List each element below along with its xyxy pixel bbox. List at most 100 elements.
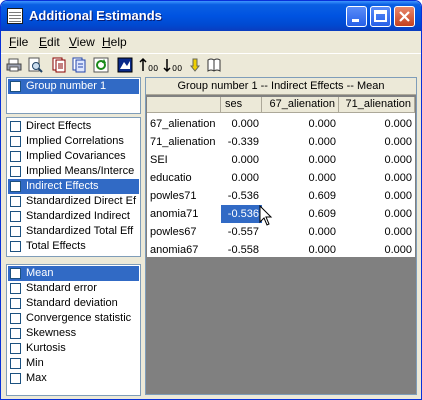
statistic-item-convergence[interactable]: Convergence statistic bbox=[8, 311, 139, 326]
table-cell[interactable]: 0.609 bbox=[262, 187, 339, 205]
table-cell[interactable]: 0.000 bbox=[339, 241, 415, 259]
statistic-item-standard-deviation[interactable]: Standard deviation bbox=[8, 296, 139, 311]
estimand-item-standardized-direct[interactable]: Standardized Direct Ef bbox=[8, 194, 139, 209]
close-button[interactable] bbox=[394, 6, 415, 27]
close-icon bbox=[399, 11, 410, 22]
statistic-item-skewness[interactable]: Skewness bbox=[8, 326, 139, 341]
maximize-button[interactable] bbox=[370, 6, 391, 27]
print-icon[interactable] bbox=[6, 57, 22, 73]
checkbox[interactable] bbox=[10, 313, 21, 324]
statistic-label: Standard deviation bbox=[26, 297, 118, 309]
statistic-item-min[interactable]: Min bbox=[8, 356, 139, 371]
statistic-item-max[interactable]: Max bbox=[8, 371, 139, 386]
checkbox[interactable] bbox=[10, 343, 21, 354]
statistic-label: Skewness bbox=[26, 327, 77, 339]
checkbox[interactable] bbox=[10, 151, 21, 162]
estimand-item-total-effects[interactable]: Total Effects bbox=[8, 239, 139, 254]
results-table[interactable]: ses 67_alienation 71_alienation 67_alien… bbox=[147, 97, 415, 257]
table-cell[interactable]: 0.000 bbox=[262, 115, 339, 133]
row-header[interactable]: 67_alienation bbox=[147, 115, 221, 133]
menu-view[interactable]: View bbox=[69, 35, 95, 49]
table-cell[interactable]: 0.000 bbox=[262, 241, 339, 259]
print-preview-icon[interactable] bbox=[27, 57, 43, 73]
table-cell[interactable]: 0.000 bbox=[339, 187, 415, 205]
table-cell[interactable]: 0.000 bbox=[339, 169, 415, 187]
statistic-item-mean[interactable]: Mean bbox=[8, 266, 139, 281]
menu-edit[interactable]: Edit bbox=[39, 35, 60, 49]
estimand-item-implied-covariances[interactable]: Implied Covariances bbox=[8, 149, 139, 164]
decimals-decrease-icon[interactable]: 00 bbox=[163, 57, 183, 73]
table-cell[interactable]: 0.000 bbox=[339, 115, 415, 133]
row-header[interactable]: anomia67 bbox=[147, 241, 221, 259]
copy-icon[interactable] bbox=[51, 57, 67, 73]
estimand-label: Standardized Direct Ef bbox=[26, 195, 137, 207]
checkbox[interactable] bbox=[10, 226, 21, 237]
table-icon bbox=[7, 8, 23, 24]
checkbox[interactable] bbox=[10, 166, 21, 177]
minimize-icon bbox=[352, 19, 359, 22]
minimize-button[interactable] bbox=[346, 6, 367, 27]
table-cell[interactable]: 0.000 bbox=[339, 223, 415, 241]
estimand-item-implied-means[interactable]: Implied Means/Interce bbox=[8, 164, 139, 179]
row-header[interactable]: powles67 bbox=[147, 223, 221, 241]
group-label: Group number 1 bbox=[26, 80, 107, 92]
checkbox[interactable] bbox=[10, 181, 21, 192]
title-bar[interactable]: Additional Estimands bbox=[1, 1, 421, 31]
copy-table-icon[interactable] bbox=[71, 57, 87, 73]
table-cell[interactable]: 0.000 bbox=[262, 151, 339, 169]
table-cell[interactable]: 0.000 bbox=[262, 169, 339, 187]
checkbox[interactable] bbox=[10, 373, 21, 384]
checkbox[interactable] bbox=[10, 211, 21, 222]
table-cell[interactable]: -0.536 bbox=[221, 187, 262, 205]
column-header[interactable]: 67_alienation bbox=[262, 97, 339, 113]
table-cell[interactable]: 0.000 bbox=[221, 151, 262, 169]
table-cell-selected[interactable]: -0.536 bbox=[221, 205, 262, 223]
group-checkbox[interactable] bbox=[10, 81, 21, 92]
decimals-increase-icon[interactable]: 00 bbox=[139, 57, 159, 73]
column-header[interactable]: ses bbox=[221, 97, 262, 113]
row-header[interactable]: 71_alienation bbox=[147, 133, 221, 151]
checkbox[interactable] bbox=[10, 121, 21, 132]
row-header[interactable]: SEI bbox=[147, 151, 221, 169]
row-header[interactable]: educatio bbox=[147, 169, 221, 187]
estimand-item-implied-correlations[interactable]: Implied Correlations bbox=[8, 134, 139, 149]
table-cell[interactable]: -0.339 bbox=[221, 133, 262, 151]
window-title: Additional Estimands bbox=[29, 8, 162, 23]
table-cell[interactable]: 0.000 bbox=[221, 115, 262, 133]
table-cell[interactable]: -0.558 bbox=[221, 241, 262, 259]
tip-icon[interactable] bbox=[187, 57, 203, 73]
corner-header bbox=[147, 97, 221, 113]
checkbox[interactable] bbox=[10, 268, 21, 279]
column-header[interactable]: 71_alienation bbox=[339, 97, 415, 113]
table-cell[interactable]: 0.000 bbox=[262, 223, 339, 241]
estimand-item-indirect-effects[interactable]: Indirect Effects bbox=[8, 179, 139, 194]
menu-file[interactable]: File bbox=[9, 35, 28, 49]
svg-text:00: 00 bbox=[172, 64, 182, 73]
checkbox[interactable] bbox=[10, 196, 21, 207]
export-icon[interactable] bbox=[117, 57, 133, 73]
menu-help[interactable]: Help bbox=[102, 35, 127, 49]
table-cell[interactable]: -0.557 bbox=[221, 223, 262, 241]
estimand-item-standardized-indirect[interactable]: Standardized Indirect bbox=[8, 209, 139, 224]
checkbox[interactable] bbox=[10, 328, 21, 339]
table-cell[interactable]: 0.000 bbox=[221, 169, 262, 187]
row-header[interactable]: anomia71 bbox=[147, 205, 221, 223]
checkbox[interactable] bbox=[10, 136, 21, 147]
checkbox[interactable] bbox=[10, 283, 21, 294]
help-book-icon[interactable] bbox=[206, 57, 222, 73]
table-cell[interactable]: 0.000 bbox=[262, 133, 339, 151]
estimand-item-direct-effects[interactable]: Direct Effects bbox=[8, 119, 139, 134]
statistic-item-kurtosis[interactable]: Kurtosis bbox=[8, 341, 139, 356]
checkbox[interactable] bbox=[10, 241, 21, 252]
estimand-item-standardized-total[interactable]: Standardized Total Eff bbox=[8, 224, 139, 239]
checkbox[interactable] bbox=[10, 298, 21, 309]
refresh-icon[interactable] bbox=[93, 57, 109, 73]
checkbox[interactable] bbox=[10, 358, 21, 369]
statistic-item-standard-error[interactable]: Standard error bbox=[8, 281, 139, 296]
group-item[interactable]: Group number 1 bbox=[8, 79, 139, 94]
table-cell[interactable]: 0.000 bbox=[339, 151, 415, 169]
table-cell[interactable]: 0.000 bbox=[339, 205, 415, 223]
table-cell[interactable]: 0.000 bbox=[339, 133, 415, 151]
row-header[interactable]: powles71 bbox=[147, 187, 221, 205]
table-cell[interactable]: 0.609 bbox=[262, 205, 339, 223]
